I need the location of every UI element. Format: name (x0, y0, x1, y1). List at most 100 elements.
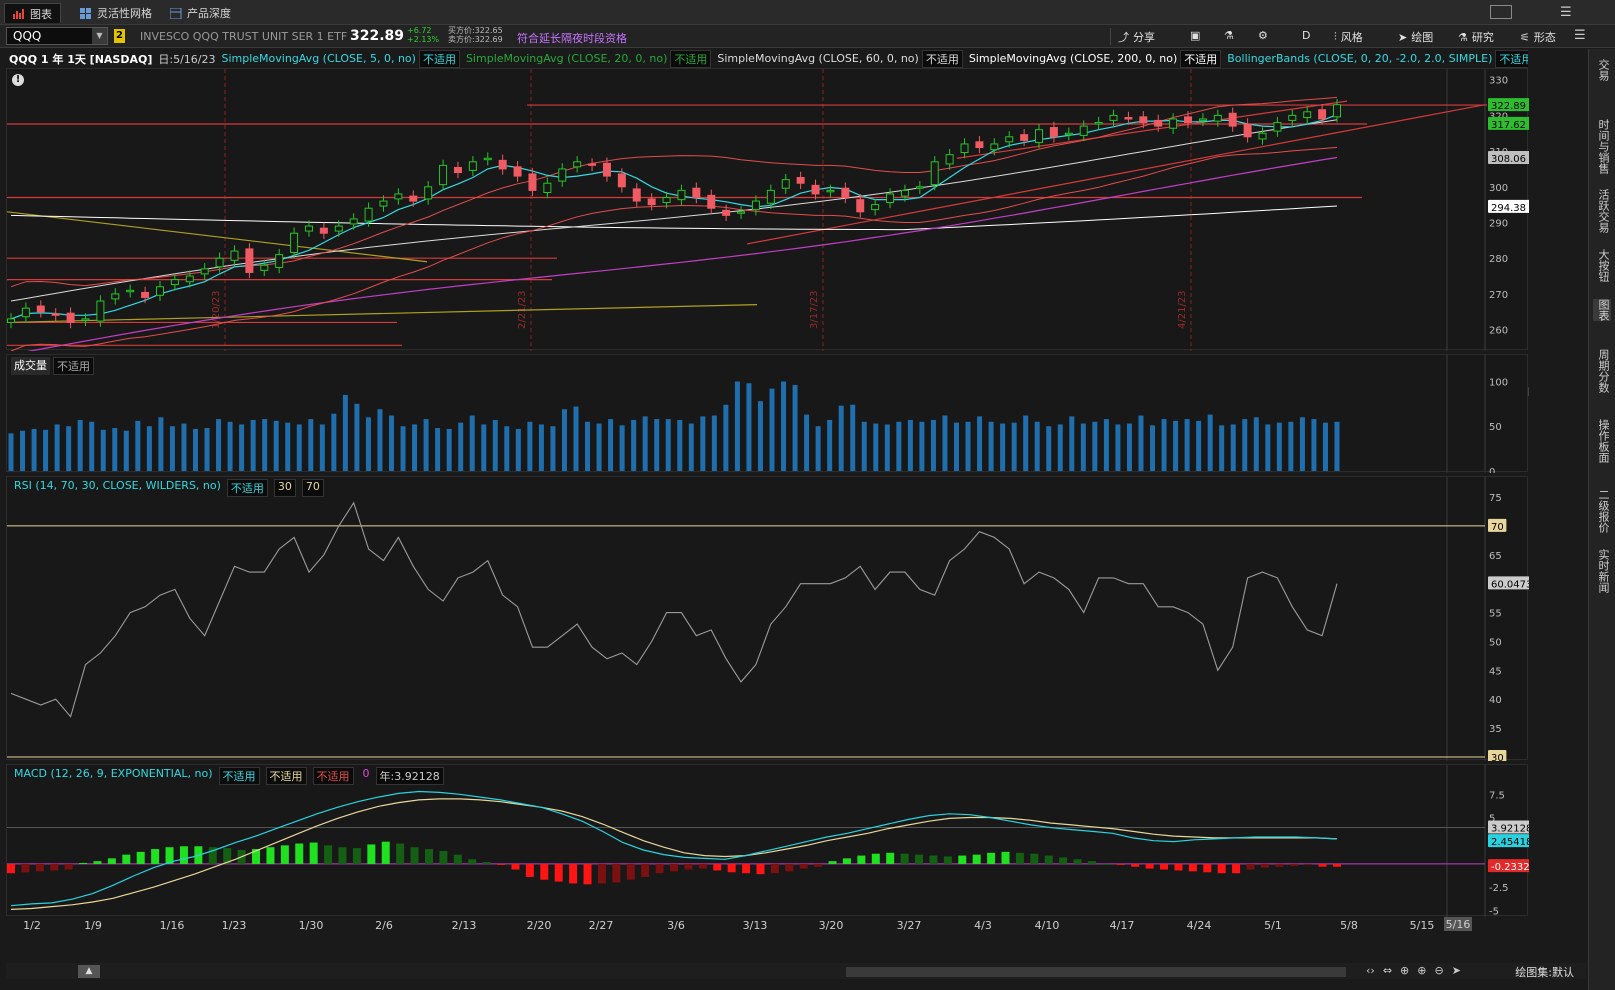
sidebar-item-1[interactable]: 时间与销售 (1593, 119, 1611, 174)
rsi-title[interactable]: RSI (14, 70, 30, CLOSE, WILDERS, no) (11, 479, 224, 497)
pointer-icon[interactable]: ➤ (1452, 964, 1461, 977)
crosshair-icon[interactable]: ⊕ (1400, 964, 1409, 977)
macd-hist-bar (497, 863, 506, 865)
share-button[interactable]: ⤴ 分享 (1118, 29, 1155, 45)
study-bollinger-value: 不适用 (1495, 49, 1528, 68)
candle-body (1079, 125, 1088, 136)
time-scrollbar[interactable] (846, 967, 1346, 977)
sidebar-item-8[interactable]: 实时新闻 (1593, 549, 1611, 593)
aggregation-value: D (1302, 29, 1311, 42)
aggregation-button[interactable]: D (1302, 29, 1310, 42)
volume-bar (896, 421, 902, 471)
date-marker-label-3: 4/21/23 (1177, 290, 1188, 329)
menu-icon[interactable]: ☰ (1560, 5, 1572, 20)
volume-bar (169, 426, 175, 471)
price-chart[interactable]: 3303203103002902802702601/20/232/21/233/… (7, 69, 1529, 351)
alert-icon[interactable]: ! (12, 74, 24, 86)
drawing-button[interactable]: ➤ 绘图 (1398, 29, 1433, 45)
tab-product-depth[interactable]: 产品深度 (162, 3, 239, 23)
zoom-out-icon[interactable]: ⊖ (1434, 964, 1443, 977)
sidebar-item-4[interactable]: 图表 (1593, 299, 1611, 321)
study-sma20[interactable]: SimpleMovingAvg (CLOSE, 20, 0, no) (463, 52, 670, 65)
volume-bar (354, 403, 360, 471)
sidebar-item-7[interactable]: 二级报价 (1593, 489, 1611, 533)
time-axis[interactable]: 1/2 1/9 1/16 1/23 1/30 2/6 2/13 2/20 2/27 3/6 3/13… (6, 916, 1528, 940)
macd-hist-bar (179, 846, 188, 864)
volume-chart[interactable]: 100 50 0 <百万> (7, 355, 1529, 473)
macd-pane[interactable]: 7.552.50-2.5-53.921282.45418-0.2332 MACD… (6, 764, 1529, 917)
candle-body (1184, 116, 1193, 124)
sidebar-item-6[interactable]: 操作板面 (1593, 419, 1611, 463)
style-button[interactable]: ⫶ 风格 (1334, 29, 1363, 45)
rsi-pane[interactable]: 7565605550454035703060.0473 RSI (14, 70,… (6, 476, 1529, 761)
macd-hist-bar (583, 863, 592, 885)
zoom-in-icon[interactable]: ⊕ (1417, 964, 1426, 977)
date-tick-6: 2/13 (452, 919, 477, 932)
lab-button[interactable]: ⚗ (1224, 29, 1234, 42)
study-sma5[interactable]: SimpleMovingAvg (CLOSE, 5, 0, no) (219, 52, 419, 65)
flex-grid-button[interactable]: ▣ (1190, 29, 1200, 42)
macd-hist-bar (1131, 863, 1140, 867)
pattern-button[interactable]: ⚟ 形态 (1520, 29, 1556, 45)
sidebar-item-5[interactable]: 周期分数 (1593, 349, 1611, 393)
price-pane[interactable]: 3303203103002902802702601/20/232/21/233/… (6, 68, 1529, 351)
candle-body (66, 312, 75, 323)
date-tick-0: 1/2 (23, 919, 41, 932)
macd-hist-bar (7, 863, 15, 874)
plot-set-label[interactable]: 绘图集:默认 (1515, 964, 1574, 980)
macd-hist-bar (1073, 859, 1082, 864)
price-tick-3: 300 (1489, 183, 1508, 194)
volume-bar (1173, 420, 1179, 471)
rsi-tick-2: 65 (1489, 551, 1502, 562)
volume-bar (1196, 420, 1202, 471)
macd-title[interactable]: MACD (12, 26, 9, EXPONENTIAL, no) (11, 767, 216, 785)
chevron-down-icon[interactable]: ▼ (92, 28, 107, 44)
volume-bar (608, 419, 614, 471)
candle-body (722, 209, 731, 216)
study-sma200[interactable]: SimpleMovingAvg (CLOSE, 200, 0, no) (966, 52, 1180, 65)
sidebar-item-0[interactable]: 交易 (1593, 59, 1611, 81)
tab-flex-grid[interactable]: 灵活性网格 (72, 3, 160, 23)
sidebar-item-2[interactable]: 活跃交易 (1593, 189, 1611, 233)
extended-hours-link[interactable]: 符合延长隔夜时段资格 (517, 30, 627, 46)
study-bollinger[interactable]: BollingerBands (CLOSE, 0, 20, -2.0, 2.0,… (1224, 52, 1495, 65)
candle-body (692, 187, 701, 199)
rsi-chart[interactable]: 7565605550454035703060.0473 (7, 477, 1529, 761)
volume-bar (1057, 424, 1063, 471)
volume-bar (135, 420, 141, 471)
settings-button[interactable]: ⚙ (1258, 29, 1268, 42)
sidebar-item-3[interactable]: 大按钮 (1593, 249, 1611, 282)
date-tick-14: 4/10 (1035, 919, 1060, 932)
volume-pane[interactable]: 100 50 0 <百万> 成交量 不适用 (6, 354, 1529, 473)
candle-body (439, 164, 448, 186)
rsi-oversold: 30 (273, 479, 296, 497)
study-sma60[interactable]: SimpleMovingAvg (CLOSE, 60, 0, no) (714, 52, 921, 65)
window-restore-button[interactable] (1490, 5, 1512, 19)
date-tick-2: 1/16 (160, 919, 185, 932)
macd-diff: 不适用 (312, 767, 354, 785)
macd-chart[interactable]: 7.552.50-2.5-53.921282.45418-0.2332 (7, 765, 1529, 917)
macd-hist-bar (698, 863, 707, 869)
volume-bar (458, 422, 464, 471)
scroll-arrows-icon[interactable]: ‹› (1366, 964, 1375, 977)
link-group-badge[interactable]: 2 (114, 29, 125, 43)
symbol-description: INVESCO QQQ TRUST UNIT SER 1 ETF (140, 30, 348, 43)
macd-hist-bar (396, 843, 405, 864)
candle-body (871, 204, 880, 211)
expand-icon[interactable]: ▲ (78, 965, 100, 978)
macd-hist-bar (785, 863, 794, 872)
trend-line-red-0 (746, 104, 1486, 245)
candle-body (409, 195, 418, 202)
net-change: +6.72 (407, 26, 432, 35)
tab-chart[interactable]: 图表 (4, 3, 61, 23)
volume-bar (239, 424, 245, 471)
symbol-input[interactable]: QQQ ▼ (6, 27, 108, 45)
volume-bar (412, 424, 418, 471)
date-tick-8: 2/27 (589, 919, 614, 932)
volume-bar (1276, 422, 1282, 471)
research-button[interactable]: ⚗ 研究 (1458, 29, 1494, 45)
volume-bar (757, 401, 763, 471)
pan-icon[interactable]: ⇔ (1383, 964, 1392, 977)
list-menu-icon[interactable]: ☰ (1574, 28, 1586, 43)
macd-hist-bar (641, 863, 650, 877)
